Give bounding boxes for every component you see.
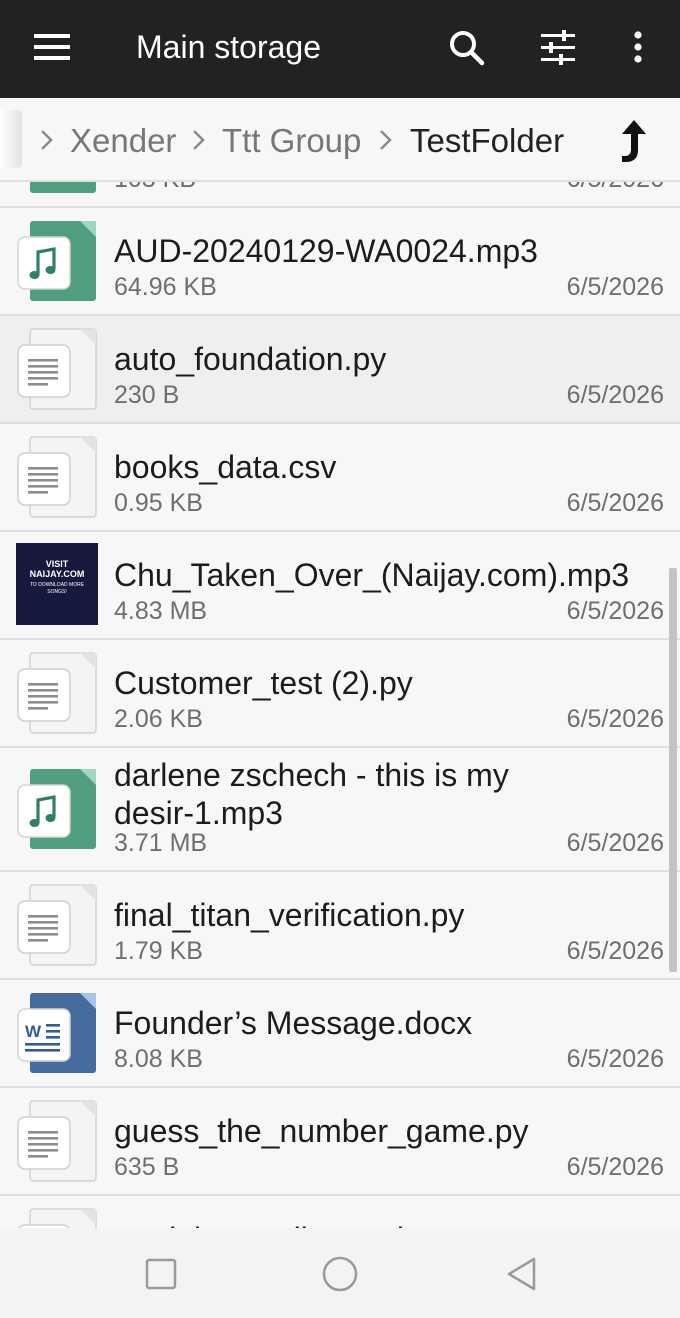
list-item[interactable]: Customer_test (2).py 2.06 KB 6/5/2026 bbox=[0, 640, 680, 748]
list-item[interactable]: module_grading_quiz.py bbox=[0, 1196, 680, 1228]
text-file-icon bbox=[16, 435, 98, 519]
list-item[interactable]: darlene zschech - this is my desir-1.mp3… bbox=[0, 748, 680, 872]
file-name: Chu_Taken_Over_(Naijay.com).mp3 bbox=[114, 557, 630, 593]
list-item[interactable]: books_data.csv 0.95 KB 6/5/2026 bbox=[0, 424, 680, 532]
file-name: AUD-20240129-WA0024.mp3 bbox=[114, 233, 538, 269]
recents-button[interactable] bbox=[139, 1252, 183, 1296]
breadcrumb-item-xender[interactable]: Xender bbox=[70, 122, 176, 160]
album-art-text: TO DOWNLOAD MORE bbox=[29, 582, 85, 588]
breadcrumb-item-ttt-group[interactable]: Ttt Group bbox=[222, 122, 361, 160]
file-name: Founder’s Message.docx bbox=[114, 1005, 473, 1041]
file-name: books_data.csv bbox=[114, 449, 337, 485]
file-size: 8.08 KB bbox=[114, 1045, 203, 1073]
album-art-text: SONGS! bbox=[47, 589, 67, 595]
home-button[interactable] bbox=[318, 1252, 362, 1296]
list-item[interactable]: 103 KB 6/5/2026 bbox=[0, 182, 680, 208]
file-date: 6/5/2026 bbox=[567, 182, 664, 194]
file-size: 2.06 KB bbox=[114, 705, 203, 733]
file-date: 6/5/2026 bbox=[566, 937, 664, 965]
list-item[interactable]: W Founder’s Message.docx 8.08 KB 6/5/202… bbox=[0, 980, 680, 1088]
file-name: module_grading_quiz.py bbox=[114, 1220, 656, 1228]
audio-file-icon bbox=[16, 219, 98, 303]
word-doc-icon: W bbox=[16, 991, 98, 1075]
album-art-thumbnail: VISIT NAIJAY.COM TO DOWNLOAD MORE SONGS! bbox=[16, 543, 98, 627]
home-circle-icon bbox=[322, 1256, 358, 1292]
file-name: darlene zschech - this is my desir-1.mp3 bbox=[114, 757, 509, 831]
file-date: 6/5/2026 bbox=[566, 1153, 664, 1181]
file-date: 6/5/2026 bbox=[566, 1045, 664, 1073]
file-size: 4.83 MB bbox=[114, 597, 208, 625]
chevron-right-icon bbox=[41, 130, 53, 150]
app-bar: Main storage bbox=[0, 0, 680, 98]
file-list[interactable]: 103 KB 6/5/2026 AUD-20240129-WA0024.mp3 … bbox=[0, 182, 680, 1228]
file-name: final_titan_verification.py bbox=[114, 897, 465, 933]
more-vert-icon bbox=[634, 31, 642, 63]
file-size: 0.95 KB bbox=[114, 489, 203, 517]
sliders-icon bbox=[541, 30, 575, 65]
hamburger-menu-icon bbox=[34, 34, 70, 60]
album-art-text: NAIJAY.COM bbox=[29, 569, 85, 579]
text-file-icon bbox=[16, 327, 98, 411]
back-button[interactable] bbox=[500, 1252, 544, 1296]
list-item[interactable]: AUD-20240129-WA0024.mp3 64.96 KB 6/5/202… bbox=[0, 208, 680, 316]
file-date: 6/5/2026 bbox=[566, 829, 664, 857]
more-options-button[interactable] bbox=[612, 22, 664, 74]
back-triangle-icon bbox=[507, 1257, 536, 1291]
file-size: 1.79 KB bbox=[114, 937, 203, 965]
file-date: 6/5/2026 bbox=[566, 273, 664, 301]
search-button[interactable] bbox=[440, 22, 492, 74]
audio-file-icon bbox=[16, 182, 98, 195]
breadcrumb: Xender Ttt Group TestFolder bbox=[0, 98, 680, 182]
file-size: 3.71 MB bbox=[114, 829, 208, 857]
text-file-icon bbox=[16, 1207, 98, 1228]
file-date: 6/5/2026 bbox=[566, 705, 664, 733]
file-date: 6/5/2026 bbox=[566, 489, 664, 517]
scrollbar[interactable] bbox=[669, 568, 677, 972]
chevron-right-icon bbox=[193, 130, 205, 150]
text-file-icon bbox=[16, 1099, 98, 1183]
file-size: 635 B bbox=[114, 1153, 180, 1181]
file-size: 64.96 KB bbox=[114, 273, 217, 301]
folder-up-arrow-icon bbox=[622, 120, 646, 162]
recents-square-icon bbox=[145, 1258, 177, 1290]
list-item[interactable]: guess_the_number_game.py 635 B 6/5/2026 bbox=[0, 1088, 680, 1196]
file-date: 6/5/2026 bbox=[566, 597, 664, 625]
file-size: 103 KB bbox=[114, 182, 196, 194]
parent-folder-button[interactable] bbox=[612, 116, 656, 166]
system-nav-bar bbox=[0, 1228, 680, 1318]
album-art-text: VISIT bbox=[45, 559, 69, 569]
breadcrumb-scroll-edge[interactable] bbox=[0, 110, 22, 168]
list-item[interactable]: VISIT NAIJAY.COM TO DOWNLOAD MORE SONGS!… bbox=[0, 532, 680, 640]
audio-file-icon bbox=[16, 767, 98, 851]
text-file-icon bbox=[16, 883, 98, 967]
svg-text:W: W bbox=[25, 1022, 42, 1041]
file-name: Customer_test (2).py bbox=[114, 665, 413, 701]
file-name: guess_the_number_game.py bbox=[114, 1113, 529, 1149]
file-size: 230 B bbox=[114, 381, 180, 409]
breadcrumb-item-testfolder[interactable]: TestFolder bbox=[410, 122, 564, 160]
menu-button[interactable] bbox=[26, 28, 78, 68]
text-file-icon bbox=[16, 651, 98, 735]
chevron-right-icon bbox=[380, 130, 392, 150]
list-item[interactable]: final_titan_verification.py 1.79 KB 6/5/… bbox=[0, 872, 680, 980]
list-item[interactable]: auto_foundation.py 230 B 6/5/2026 bbox=[0, 316, 680, 424]
search-icon bbox=[450, 31, 485, 66]
filter-settings-button[interactable] bbox=[532, 22, 584, 74]
screen-title: Main storage bbox=[136, 29, 321, 65]
file-name: auto_foundation.py bbox=[114, 341, 387, 377]
file-date: 6/5/2026 bbox=[566, 381, 664, 409]
